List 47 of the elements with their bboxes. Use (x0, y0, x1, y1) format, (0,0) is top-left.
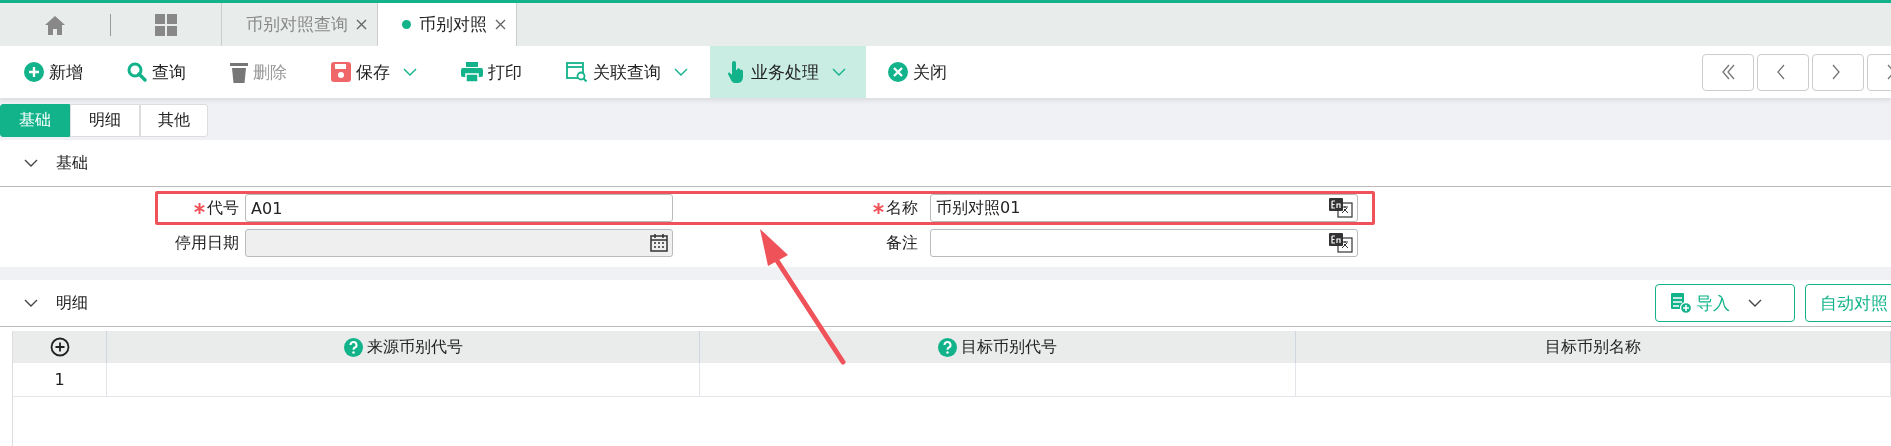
toolbar-button[interactable]: 新增 (0, 46, 105, 98)
grid-icon[interactable] (155, 13, 177, 36)
field-label: 备注 (886, 232, 918, 254)
language-icon[interactable] (1329, 198, 1353, 218)
add-row-icon[interactable] (49, 337, 70, 357)
section-tab[interactable]: 其他 (140, 104, 208, 137)
language-icon[interactable] (1329, 233, 1353, 253)
first-page-button[interactable] (1702, 53, 1754, 91)
toolbar-button[interactable]: 业务处理 (710, 46, 866, 98)
table-cell[interactable] (700, 363, 1296, 397)
column-header: 来源币别代号 (107, 331, 700, 363)
field-label: 代号 (207, 197, 239, 219)
close-icon[interactable] (495, 19, 506, 30)
previous-button[interactable] (1757, 53, 1809, 91)
table-cell[interactable] (107, 363, 700, 397)
column-header: 目标币别名称 (1296, 331, 1891, 363)
status-dot (402, 20, 411, 29)
plus-circle-icon (24, 62, 44, 82)
toolbar-button[interactable]: 关闭 (866, 46, 969, 98)
window-search-icon (566, 62, 588, 82)
section-tab[interactable]: 明细 (70, 104, 140, 137)
toolbar-button[interactable]: 打印 (439, 46, 544, 98)
toolbar-button[interactable]: 关联查询 (544, 46, 710, 98)
input-field[interactable] (930, 229, 1358, 257)
search-icon (127, 62, 147, 82)
printer-icon (461, 62, 483, 82)
toolbar-button[interactable]: 查询 (105, 46, 208, 98)
field-label: 名称 (886, 197, 918, 219)
row-number: 1 (13, 363, 107, 397)
field-label: 停用日期 (175, 232, 239, 254)
close-icon (888, 62, 908, 82)
pointing-hand-icon (728, 61, 746, 83)
toolbar-button[interactable]: 保存 (309, 46, 439, 98)
sheet-add-icon (1670, 292, 1692, 314)
section-title: 基础 (56, 152, 88, 174)
home-icon[interactable] (45, 14, 65, 35)
input-field[interactable]: A01 (245, 194, 673, 222)
next-button[interactable] (1812, 53, 1864, 91)
table-cell[interactable] (1296, 363, 1891, 397)
section-title: 明细 (56, 292, 88, 314)
page-tab[interactable]: 币别对照 (377, 3, 517, 46)
floppy-icon (331, 62, 351, 82)
trash-icon (230, 61, 248, 83)
double-chevron-icon (1720, 64, 1736, 80)
input-field[interactable]: 币别对照01 (930, 194, 1358, 222)
column-header: 目标币别代号 (700, 331, 1296, 363)
close-icon[interactable] (356, 19, 367, 30)
